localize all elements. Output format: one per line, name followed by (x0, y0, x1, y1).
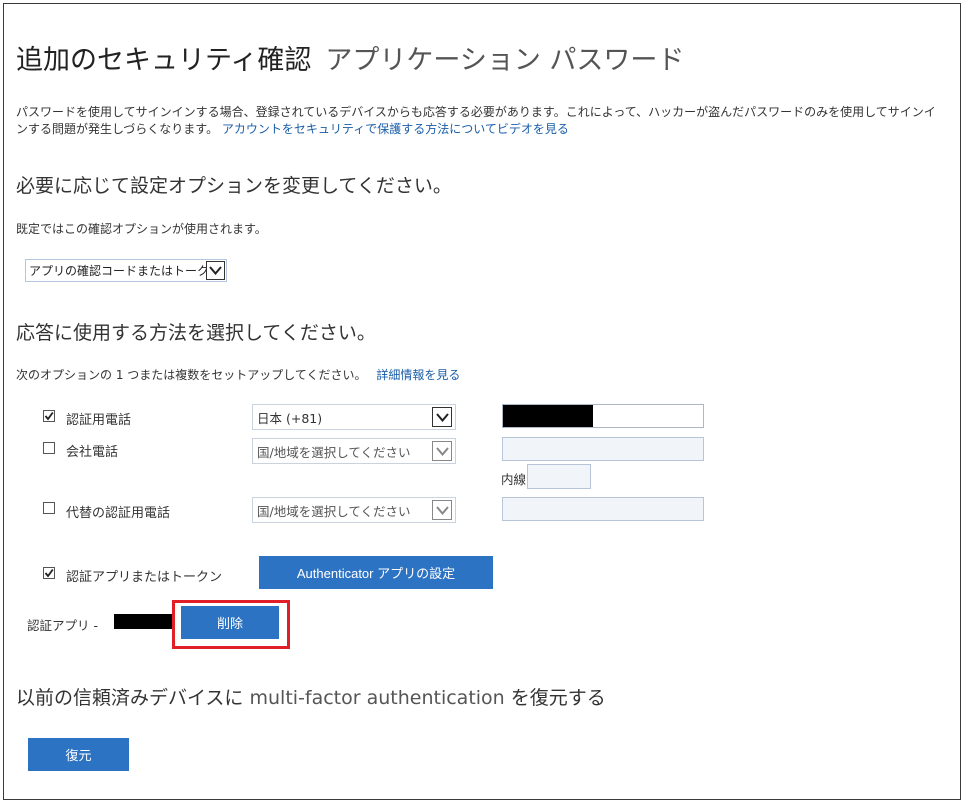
checkmark-icon (44, 411, 54, 421)
page-title-main: 追加のセキュリティ確認 (16, 45, 312, 76)
chevron-down-icon (206, 261, 225, 280)
default-option-heading: 必要に応じて設定オプションを変更してください。 (16, 175, 452, 197)
extension-label: 内線 (501, 472, 527, 487)
authenticator-checkbox[interactable] (43, 567, 55, 579)
intro-text: パスワードを使用してサインインする場合、登録されているデバイスからも応答する必要… (16, 104, 946, 138)
methods-description: 次のオプションの 1 つまたは複数をセットアップしてください。 詳細情報を見る (16, 366, 460, 383)
chevron-down-icon (432, 500, 452, 520)
highlight-annotation (172, 600, 290, 649)
alternate-phone-checkbox[interactable] (43, 502, 55, 514)
auth-phone-number-input[interactable] (502, 404, 704, 428)
default-option-selected: アプリの確認コードまたはトークン (29, 264, 206, 278)
page-title-app-passwords-link[interactable]: アプリケーション パスワード (325, 45, 684, 76)
restore-heading-suffix: を復元する (510, 687, 606, 709)
checkmark-icon (44, 568, 54, 578)
auth-phone-country-value: 日本 (+81) (257, 410, 323, 426)
auth-phone-label: 認証用電話 (66, 413, 132, 428)
default-option-description: 既定ではこの確認オプションが使用されます。 (16, 222, 267, 236)
restore-heading-latin: multi-factor authentication (249, 687, 505, 709)
office-phone-checkbox[interactable] (43, 442, 55, 454)
chevron-down-icon (432, 407, 452, 427)
page-title: 追加のセキュリティ確認 アプリケーション パスワード (16, 38, 684, 77)
authenticator-app-label: 認証アプリ - (27, 618, 98, 633)
authenticator-label: 認証アプリまたはトークン (66, 570, 223, 585)
office-phone-label: 会社電話 (66, 445, 119, 460)
alternate-phone-country-value: 国/地域を選択してください (257, 503, 411, 519)
redacted-phone-number (503, 405, 593, 427)
auth-phone-country-select[interactable]: 日本 (+81) (252, 404, 456, 430)
office-phone-country-value: 国/地域を選択してください (257, 444, 411, 460)
redacted-device-name (114, 614, 174, 629)
restore-heading: 以前の信頼済みデバイスに multi-factor authentication… (16, 683, 606, 710)
alternate-phone-number-input[interactable] (502, 497, 704, 521)
office-phone-number-input[interactable] (502, 437, 704, 461)
default-option-select[interactable]: アプリの確認コードまたはトークン (25, 259, 227, 282)
alternate-phone-label: 代替の認証用電話 (66, 506, 171, 521)
chevron-down-icon (432, 441, 452, 461)
learn-more-link[interactable]: 詳細情報を見る (376, 368, 460, 382)
authenticator-setup-button[interactable]: Authenticator アプリの設定 (259, 556, 493, 589)
auth-phone-checkbox[interactable] (43, 410, 55, 422)
office-phone-country-select[interactable]: 国/地域を選択してください (252, 438, 456, 464)
methods-description-text: 次のオプションの 1 つまたは複数をセットアップしてください。 (16, 368, 367, 382)
restore-heading-prefix: 以前の信頼済みデバイスに (16, 687, 244, 709)
extension-input[interactable] (527, 464, 591, 489)
restore-button[interactable]: 復元 (28, 738, 129, 771)
security-video-link[interactable]: アカウントをセキュリティで保護する方法についてビデオを見る (222, 122, 569, 136)
methods-heading: 応答に使用する方法を選択してください。 (16, 322, 376, 344)
alternate-phone-country-select[interactable]: 国/地域を選択してください (252, 497, 456, 523)
